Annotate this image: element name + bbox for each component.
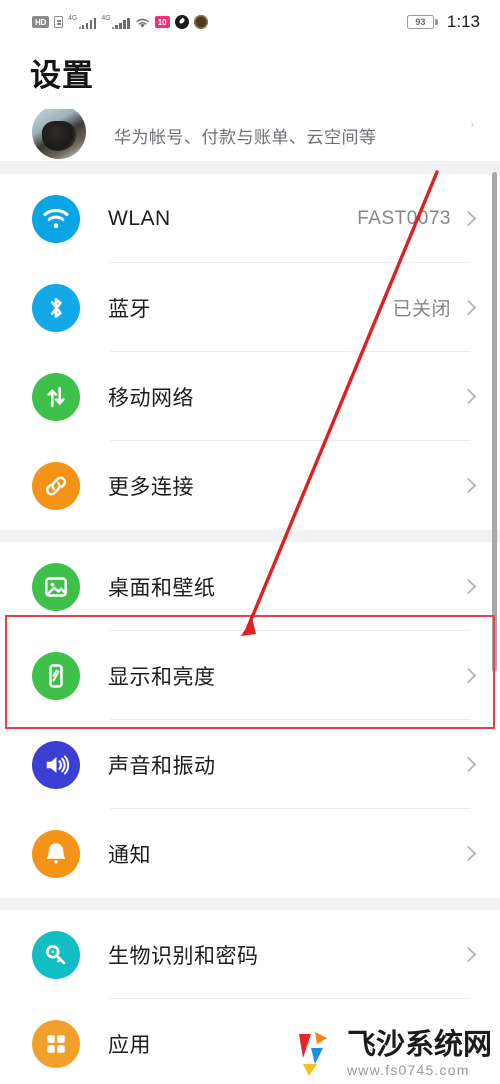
watermark-logo-icon — [298, 1032, 327, 1076]
watermark-url: www.fs0745.com — [346, 1062, 470, 1078]
section-divider — [0, 898, 500, 910]
status-bar: HD 4G 4G 10 93 1:13 — [0, 0, 500, 44]
settings-row-label: 更多连接 — [108, 475, 194, 499]
pink-badge-icon: 10 — [154, 16, 170, 28]
settings-row-mobile-network[interactable]: 移动网络 — [0, 352, 500, 441]
link-icon — [32, 461, 80, 510]
signal-bars — [115, 17, 130, 29]
settings-row-right — [451, 388, 477, 405]
app-badge-icon — [193, 15, 208, 29]
watermark-site-name: 飞沙系统网 — [346, 1028, 492, 1061]
bell-icon — [32, 829, 80, 878]
battery-icon: 93 — [406, 15, 438, 29]
settings-row-right — [451, 845, 477, 862]
signal-bars — [81, 17, 97, 29]
settings-row-right — [451, 667, 477, 684]
wallpaper-icon — [32, 562, 80, 611]
settings-row-wlan[interactable]: WLAN FAST0073 — [0, 174, 500, 263]
watermark-text: 飞沙系统网 www.fs0745.com — [346, 1028, 492, 1078]
settings-row-label: 移动网络 — [108, 386, 194, 410]
battery-level: 93 — [406, 15, 434, 29]
chevron-right-icon — [460, 210, 477, 227]
chevron-right-icon — [460, 477, 477, 494]
account-subtitle: 华为帐号、付款与账单、云空间等 — [114, 127, 377, 147]
wifi-icon — [32, 194, 80, 243]
settings-row-biometrics-password[interactable]: 生物识别和密码 — [0, 910, 500, 999]
settings-row-label: 桌面和壁纸 — [108, 576, 216, 600]
section-divider — [0, 161, 500, 174]
sim-card-icon — [54, 16, 63, 28]
settings-row-bluetooth[interactable]: 蓝牙 已关闭 — [0, 263, 500, 352]
page-title: 设置 — [30, 58, 94, 93]
settings-row-more-connections[interactable]: 更多连接 — [0, 441, 500, 530]
settings-row-right — [451, 756, 477, 773]
site-watermark: 飞沙系统网 www.fs0745.com — [295, 1024, 492, 1078]
settings-row-right: 已关闭 — [392, 294, 477, 321]
settings-row-right — [451, 477, 477, 494]
display-brightness-icon — [32, 651, 80, 700]
settings-row-label: 显示和亮度 — [108, 665, 216, 689]
settings-row-label: 应用 — [108, 1033, 151, 1057]
account-row[interactable]: 华为帐号、付款与账单、云空间等 › — [0, 109, 500, 161]
settings-row-sound-vibration[interactable]: 声音和振动 — [0, 720, 500, 809]
settings-row-value: FAST0073 — [357, 207, 451, 229]
chevron-right-icon — [460, 299, 477, 316]
settings-row-label: 通知 — [108, 843, 151, 867]
settings-row-notifications[interactable]: 通知 — [0, 809, 500, 898]
sound-vibration-icon — [32, 740, 80, 789]
settings-row-label: WLAN — [108, 206, 171, 230]
key-icon — [32, 930, 80, 979]
signal-strength-icon-2: 4G — [101, 15, 130, 29]
chevron-right-icon — [460, 845, 477, 862]
phone-screen: HD 4G 4G 10 93 1:13 设置 华为帐号、付款与账单、云空间等 ›… — [0, 0, 500, 1084]
settings-row-right — [451, 578, 477, 595]
hd-icon: HD — [32, 16, 49, 28]
water-drop-icon — [174, 15, 189, 29]
wifi-icon — [135, 16, 150, 28]
settings-row-right — [451, 946, 477, 963]
status-bar-left-icons: HD 4G 4G 10 — [32, 15, 208, 29]
status-bar-clock: 1:13 — [446, 12, 480, 31]
settings-section-display-sound: 桌面和壁纸 显示和亮度 声音和振动 通知 — [0, 542, 500, 898]
chevron-right-icon — [460, 578, 477, 595]
settings-row-display-brightness[interactable]: 显示和亮度 — [0, 631, 500, 720]
apps-grid-icon — [32, 1019, 80, 1068]
title-bar: 设置 — [0, 44, 500, 109]
user-avatar — [32, 109, 86, 159]
section-divider — [0, 530, 500, 542]
chevron-right-icon — [460, 667, 477, 684]
bluetooth-icon — [32, 283, 80, 332]
vertical-scrollbar[interactable] — [492, 172, 497, 672]
chevron-right-icon — [460, 756, 477, 773]
settings-row-label: 生物识别和密码 — [108, 944, 259, 968]
mobile-network-icon — [32, 372, 80, 421]
signal-strength-icon-1: 4G — [68, 15, 97, 29]
chevron-right-icon: › — [470, 119, 474, 130]
settings-section-connectivity: WLAN FAST0073 蓝牙 已关闭 移动网络 更多连接 — [0, 174, 500, 530]
settings-row-label: 声音和振动 — [108, 754, 216, 778]
settings-row-value: 已关闭 — [392, 299, 451, 320]
signal-dot — [112, 26, 115, 29]
settings-row-right: FAST0073 — [357, 207, 477, 230]
signal-dot — [78, 26, 81, 29]
chevron-right-icon — [460, 946, 477, 963]
battery-cap — [435, 19, 438, 25]
status-bar-right-icons: 93 1:13 — [406, 12, 480, 32]
settings-row-label: 蓝牙 — [108, 297, 151, 321]
chevron-right-icon — [460, 388, 477, 405]
settings-row-wallpaper[interactable]: 桌面和壁纸 — [0, 542, 500, 631]
